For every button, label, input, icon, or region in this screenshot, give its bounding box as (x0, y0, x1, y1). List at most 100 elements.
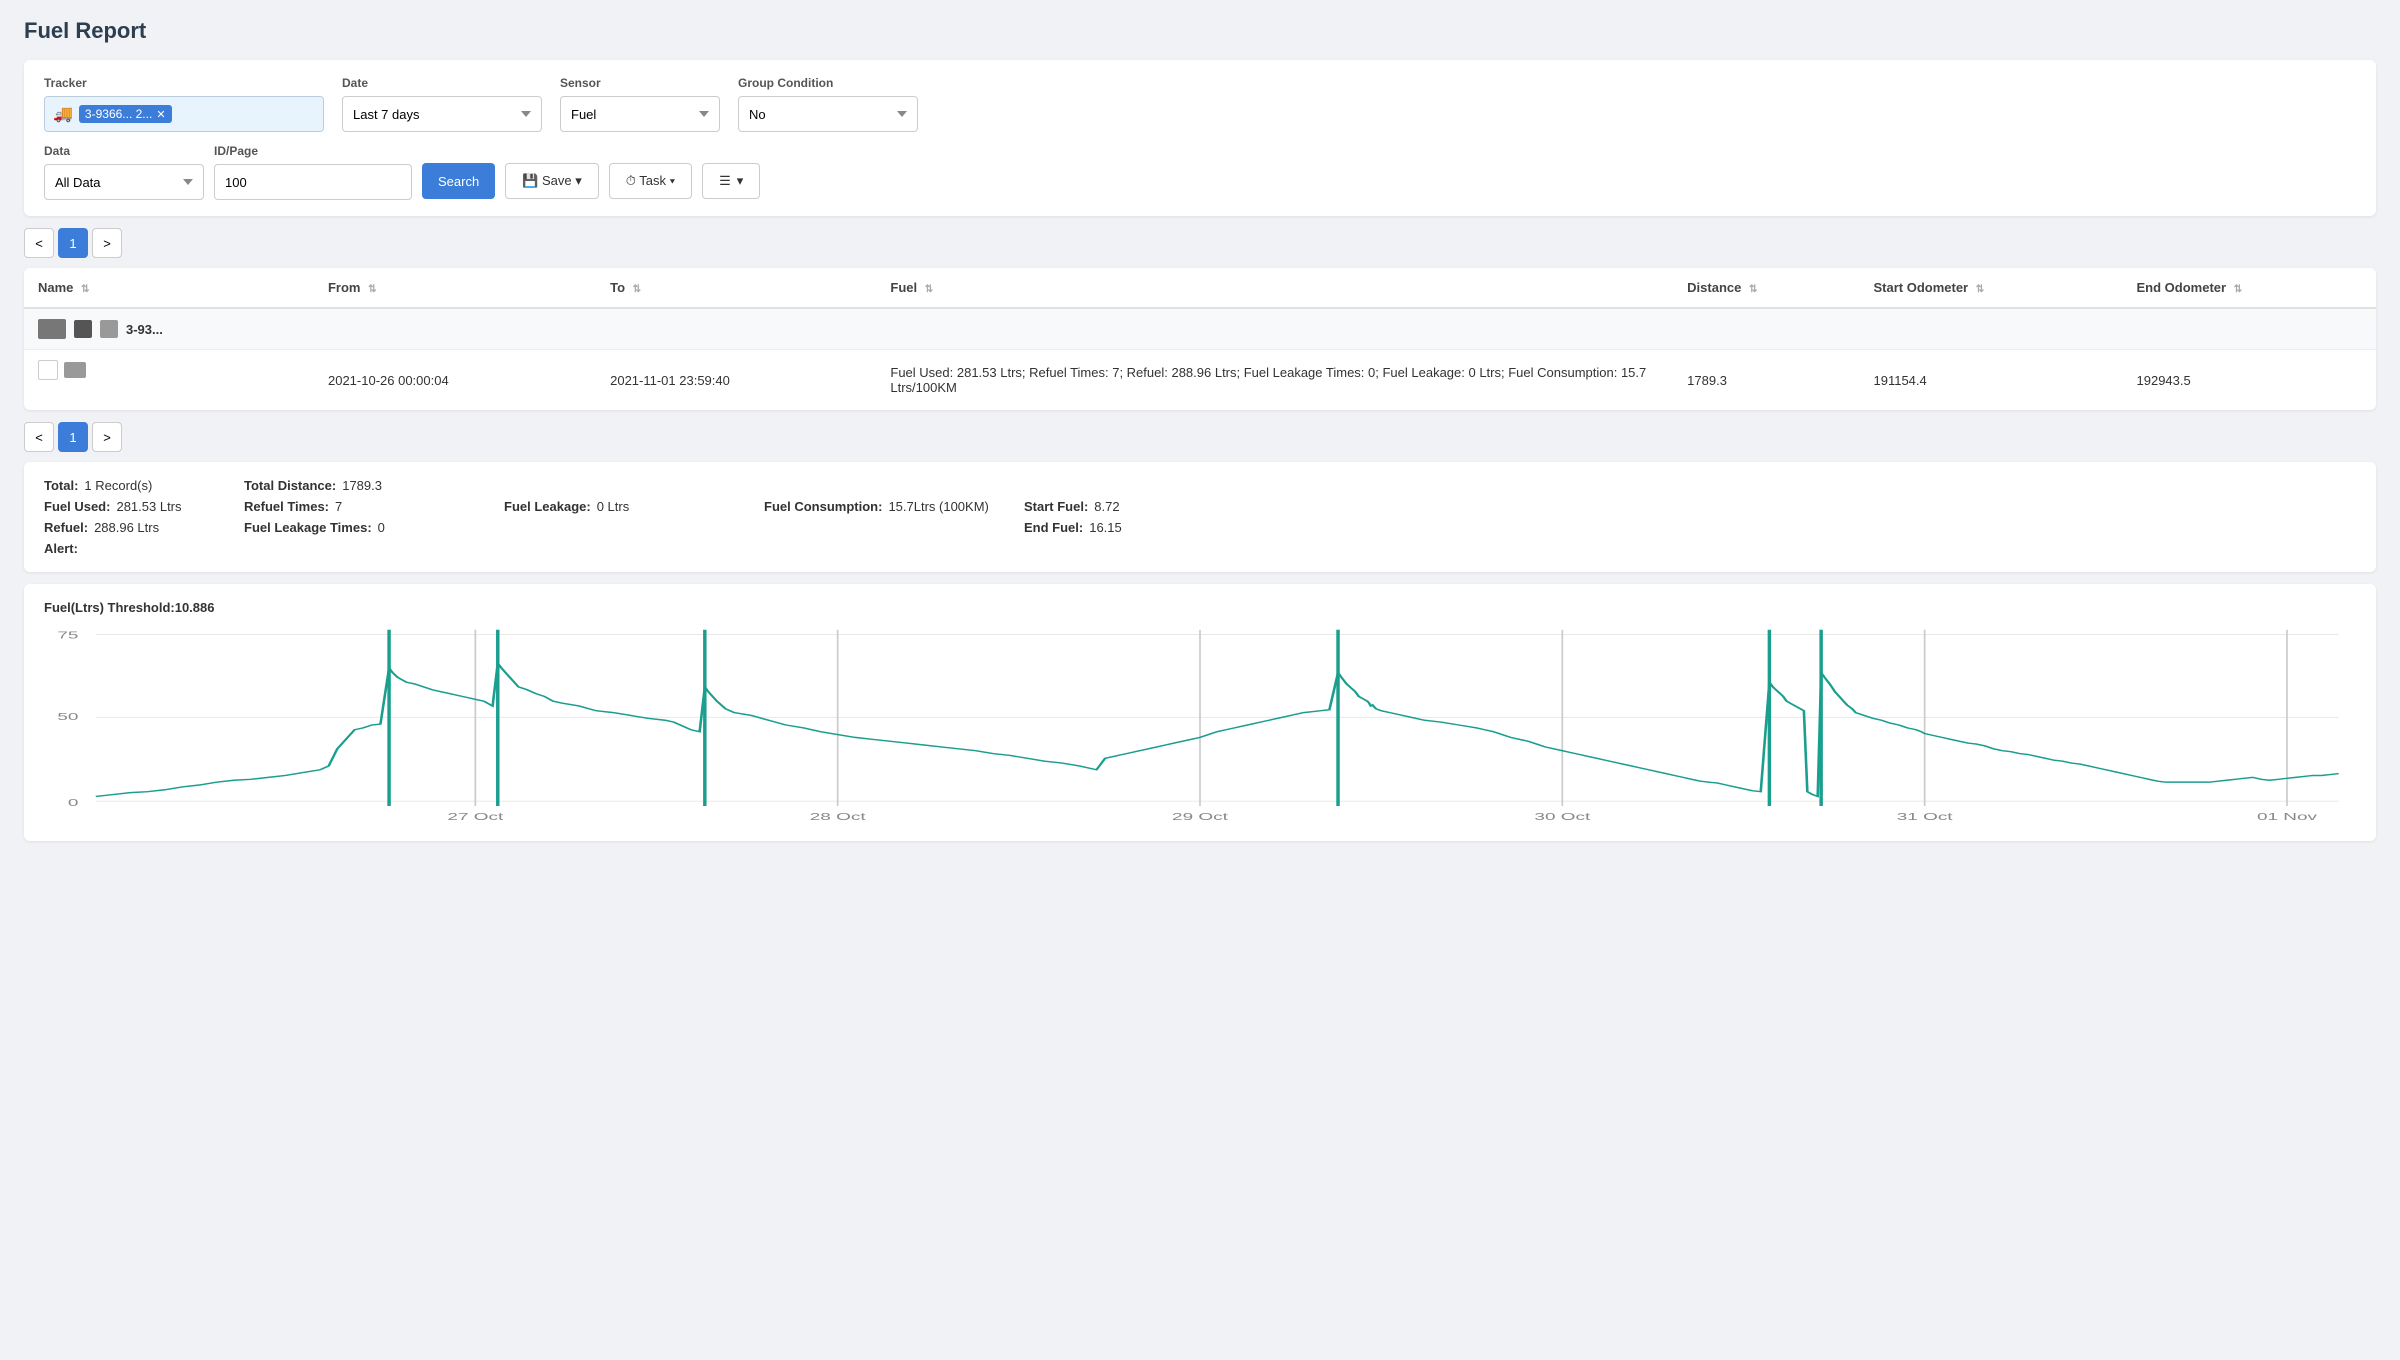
group-condition-label: Group Condition (738, 76, 918, 90)
row-truck-icon (64, 362, 86, 378)
chart-container: 75 50 0 (44, 625, 2356, 825)
svg-text:30 Oct: 30 Oct (1534, 811, 1591, 823)
summary-section: Total: 1 Record(s) Total Distance: 1789.… (24, 462, 2376, 572)
row-fuel-cell: Fuel Used: 281.53 Ltrs; Refuel Times: 7;… (876, 350, 1673, 411)
current-page-button[interactable]: 1 (58, 228, 88, 258)
sort-name-icon: ⇅ (81, 284, 89, 295)
fuel-used-value: 281.53 Ltrs (116, 499, 181, 514)
refuel-times-label: Refuel Times: (244, 499, 329, 514)
end-fuel-label: End Fuel: (1024, 520, 1083, 535)
pagination-top: < 1 > (24, 228, 2376, 258)
fuel-used-label: Fuel Used: (44, 499, 110, 514)
col-fuel[interactable]: Fuel ⇅ (876, 268, 1673, 308)
col-start-odo[interactable]: Start Odometer ⇅ (1859, 268, 2122, 308)
end-fuel-value: 16.15 (1089, 520, 1122, 535)
fuel-chart: 75 50 0 (44, 625, 2356, 825)
fuel-consumption-label: Fuel Consumption: (764, 499, 882, 514)
sensor-group: Sensor Fuel Temperature Speed (560, 76, 720, 132)
data-filter-select[interactable]: All Data Summary Detail (44, 164, 204, 200)
table-row-group: 3-93... (24, 308, 2376, 350)
svg-text:29 Oct: 29 Oct (1172, 811, 1229, 823)
group-name-label: 3-93... (126, 322, 163, 337)
data-table: Name ⇅ From ⇅ To ⇅ Fuel ⇅ (24, 268, 2376, 410)
sensor-select[interactable]: Fuel Temperature Speed (560, 96, 720, 132)
col-end-odo[interactable]: End Odometer ⇅ (2123, 268, 2376, 308)
sensor-label: Sensor (560, 76, 720, 90)
sort-to-icon: ⇅ (633, 284, 641, 295)
truck-icon: 🚚 (53, 104, 73, 124)
id-page-input[interactable] (214, 164, 412, 200)
total-distance-label: Total Distance: (244, 478, 336, 493)
row-to-cell: 2021-11-01 23:59:40 (596, 350, 876, 411)
svg-text:01 Nov: 01 Nov (2257, 811, 2317, 823)
sort-end-odo-icon: ⇅ (2234, 284, 2242, 295)
svg-text:27 Oct: 27 Oct (447, 811, 504, 823)
sort-start-odo-icon: ⇅ (1976, 284, 1984, 295)
date-select[interactable]: Last 7 days Last 30 days Today Custom Ra… (342, 96, 542, 132)
prev-page-button[interactable]: < (24, 228, 54, 258)
search-button[interactable]: Search (422, 163, 495, 199)
refuel-label: Refuel: (44, 520, 88, 535)
svg-text:75: 75 (57, 629, 78, 641)
group-color-box2 (100, 320, 118, 338)
task-button[interactable]: ⏱ Task ▾ (609, 163, 692, 199)
row-start-odo-cell: 191154.4 (1859, 350, 2122, 411)
alert-label: Alert: (44, 541, 78, 556)
total-label: Total: (44, 478, 78, 493)
refuel-value: 288.96 Ltrs (94, 520, 159, 535)
filter-section: Tracker 🚚 3-9366... ​2... ✕ Date Last 7 … (24, 60, 2376, 216)
fuel-consumption-value: 15.7Ltrs (100KM) (888, 499, 988, 514)
id-page-label: ID/Page (214, 144, 412, 158)
data-filter-label: Data (44, 144, 204, 158)
group-condition-select[interactable]: No Yes (738, 96, 918, 132)
fuel-leakage-times-label: Fuel Leakage Times: (244, 520, 372, 535)
tracker-group: Tracker 🚚 3-9366... ​2... ✕ (44, 76, 324, 132)
date-group: Date Last 7 days Last 30 days Today Cust… (342, 76, 542, 132)
svg-text:28 Oct: 28 Oct (810, 811, 867, 823)
tracker-tag[interactable]: 3-9366... ​2... ✕ (79, 105, 172, 123)
fuel-leakage-times-value: 0 (378, 520, 385, 535)
svg-text:31 Oct: 31 Oct (1897, 811, 1954, 823)
next-page-button[interactable]: > (92, 228, 122, 258)
start-fuel-value: 8.72 (1094, 499, 1119, 514)
table-row: 2021-10-26 00:00:04 2021-11-01 23:59:40 … (24, 350, 2376, 411)
row-from-cell: 2021-10-26 00:00:04 (314, 350, 596, 411)
save-button[interactable]: 💾 Save ▾ (505, 163, 599, 199)
refuel-times-value: 7 (335, 499, 342, 514)
tracker-tag-label: 3-9366... ​2... (85, 107, 152, 121)
pagination-bottom: < 1 > (24, 422, 2376, 452)
row-end-odo-cell: 192943.5 (2123, 350, 2376, 411)
next-page-bottom-button[interactable]: > (92, 422, 122, 452)
total-distance-value: 1789.3 (342, 478, 382, 493)
tracker-label: Tracker (44, 76, 324, 90)
menu-dropdown-icon: ▾ (737, 173, 744, 189)
row-checkbox[interactable] (38, 360, 58, 380)
date-label: Date (342, 76, 542, 90)
chart-section: Fuel(Ltrs) Threshold:10.886 75 50 0 (24, 584, 2376, 841)
sort-dist-icon: ⇅ (1749, 284, 1757, 295)
row-name-cell (24, 350, 314, 411)
menu-icon: ☰ (719, 173, 731, 189)
col-name[interactable]: Name ⇅ (24, 268, 314, 308)
chart-title: Fuel(Ltrs) Threshold:10.886 (44, 600, 2356, 615)
tracker-tag-close[interactable]: ✕ (156, 108, 165, 121)
start-fuel-label: Start Fuel: (1024, 499, 1088, 514)
col-distance[interactable]: Distance ⇅ (1673, 268, 1859, 308)
group-truck-icon (38, 319, 66, 339)
current-page-bottom-button[interactable]: 1 (58, 422, 88, 452)
svg-text:50: 50 (57, 711, 78, 723)
group-condition-group: Group Condition No Yes (738, 76, 918, 132)
id-page-group: ID/Page (214, 144, 412, 200)
row-distance-cell: 1789.3 (1673, 350, 1859, 411)
sort-fuel-icon: ⇅ (925, 284, 933, 295)
fuel-leakage-value: 0 Ltrs (597, 499, 630, 514)
menu-button[interactable]: ☰ ▾ (702, 163, 760, 199)
svg-text:0: 0 (68, 797, 79, 809)
total-value: 1 Record(s) (84, 478, 152, 493)
col-from[interactable]: From ⇅ (314, 268, 596, 308)
col-to[interactable]: To ⇅ (596, 268, 876, 308)
prev-page-bottom-button[interactable]: < (24, 422, 54, 452)
group-color-box1 (74, 320, 92, 338)
tracker-input[interactable]: 🚚 3-9366... ​2... ✕ (44, 96, 324, 132)
group-name-cell: 3-93... (24, 308, 314, 350)
